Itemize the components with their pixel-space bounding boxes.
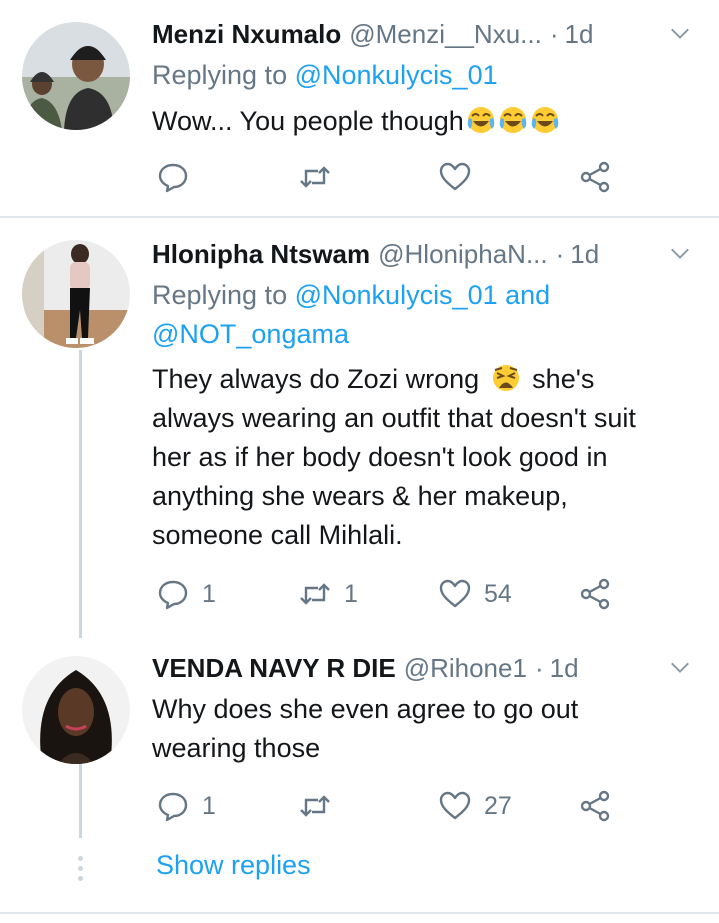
- thread-dot: [78, 876, 83, 881]
- thread-line: [79, 764, 82, 838]
- avatar[interactable]: [22, 22, 130, 130]
- avatar[interactable]: [22, 240, 130, 348]
- reply-icon: [158, 163, 188, 193]
- retweet-button[interactable]: [298, 157, 332, 197]
- mention-link[interactable]: @Nonkulycis_01: [295, 280, 498, 310]
- author-handle[interactable]: @Menzi__Nxu...: [349, 19, 542, 50]
- avatar[interactable]: [22, 656, 130, 764]
- retweet-icon: [300, 583, 330, 605]
- tweet-venda[interactable]: VENDA NAVY R DIE @Rihone1 · 1d Why does …: [0, 638, 719, 838]
- chevron-down-icon[interactable]: [669, 656, 691, 678]
- mention-link[interactable]: @Nonkulycis_01: [295, 60, 498, 90]
- like-button[interactable]: 54: [438, 574, 512, 614]
- retweet-count: 1: [344, 579, 358, 608]
- face-with-tears-of-joy-icon: [531, 107, 559, 133]
- heart-icon: [439, 791, 471, 820]
- show-replies-link[interactable]: Show replies: [156, 850, 311, 881]
- reply-icon: [158, 580, 188, 610]
- author-handle[interactable]: @Rihone1: [404, 653, 527, 684]
- retweet-icon: [300, 795, 330, 817]
- tweet-menzi[interactable]: Menzi Nxumalo @Menzi__Nxu... · 1d Replyi…: [0, 0, 719, 216]
- share-button[interactable]: [578, 786, 612, 826]
- separator-dot: ·: [534, 652, 544, 683]
- tweet-text: They always do Zozi wrong she's always w…: [152, 360, 699, 555]
- tweet-text-line: her as if her body doesn't look good in: [152, 442, 608, 472]
- divider: [0, 912, 719, 914]
- share-icon: [580, 790, 610, 822]
- reply-button[interactable]: 1: [156, 786, 216, 826]
- replying-label: Replying to: [152, 280, 288, 310]
- share-icon: [580, 578, 610, 610]
- separator-dot: ·: [549, 18, 559, 49]
- separator-dot: ·: [555, 238, 565, 269]
- tweet-text-segment: They always do Zozi wrong: [152, 364, 480, 394]
- replying-to: Replying to @Nonkulycis_01 and: [152, 276, 699, 315]
- author-name[interactable]: Menzi Nxumalo: [152, 19, 341, 50]
- replying-label: Replying to: [152, 60, 288, 90]
- tweet-text-line: They always do Zozi wrong she's: [152, 360, 699, 399]
- tweet-text-line: always wearing an outfit that doesn't su…: [152, 403, 636, 433]
- reply-icon: [158, 792, 188, 822]
- tweet-hlonipha[interactable]: Hlonipha Ntswam @HloniphaN... · 1d Reply…: [0, 218, 719, 638]
- retweet-icon: [300, 166, 330, 188]
- weary-face-icon: [492, 365, 519, 391]
- tweet-text-line: wearing those: [152, 733, 321, 763]
- author-handle[interactable]: @HloniphaN...: [378, 239, 547, 270]
- reply-button[interactable]: 1: [156, 574, 216, 614]
- face-with-tears-of-joy-icon: [499, 107, 527, 133]
- share-icon: [580, 161, 610, 193]
- timestamp[interactable]: 1d: [570, 239, 599, 270]
- heart-icon: [439, 579, 471, 608]
- reply-count: 1: [202, 791, 216, 820]
- and-word: and: [505, 280, 551, 310]
- like-button[interactable]: 27: [438, 786, 512, 826]
- replying-to-line-2: @NOT_ongama: [152, 315, 699, 354]
- tweet-text-line: anything she wears & her makeup,: [152, 481, 568, 511]
- share-button[interactable]: [578, 157, 612, 197]
- tweet-text-segment: she's: [532, 364, 595, 394]
- retweet-button[interactable]: 1: [298, 574, 358, 614]
- face-with-tears-of-joy-icon: [467, 107, 495, 133]
- thread-line: [79, 350, 82, 638]
- like-count: 27: [484, 791, 512, 820]
- chevron-down-icon[interactable]: [669, 22, 691, 44]
- tweet-text: Wow... You people though: [152, 102, 699, 141]
- thread-dot: [78, 856, 83, 861]
- chevron-down-icon[interactable]: [669, 242, 691, 264]
- replying-to: Replying to @Nonkulycis_01: [152, 56, 699, 95]
- timestamp[interactable]: 1d: [550, 653, 579, 684]
- tweet-text-line: Why does she even agree to go out: [152, 694, 579, 724]
- timestamp[interactable]: 1d: [565, 19, 594, 50]
- tweet-text-content: Wow... You people though: [152, 106, 464, 136]
- tweet-actions: [152, 157, 632, 197]
- like-count: 54: [484, 579, 512, 608]
- tweet-text: Why does she even agree to go out wearin…: [152, 690, 699, 768]
- tweet-actions: 1 1 54: [152, 574, 632, 614]
- tweet-text-line: someone call Mihlali.: [152, 520, 403, 550]
- author-name[interactable]: VENDA NAVY R DIE: [152, 653, 396, 684]
- like-button[interactable]: [438, 157, 472, 197]
- thread-dot: [78, 866, 83, 871]
- share-button[interactable]: [578, 574, 612, 614]
- mention-link[interactable]: @NOT_ongama: [152, 319, 349, 349]
- author-name[interactable]: Hlonipha Ntswam: [152, 239, 370, 270]
- tweet-actions: 1 27: [152, 786, 632, 826]
- heart-icon: [439, 162, 471, 191]
- reply-button[interactable]: [156, 157, 190, 197]
- retweet-button[interactable]: [298, 786, 332, 826]
- reply-count: 1: [202, 579, 216, 608]
